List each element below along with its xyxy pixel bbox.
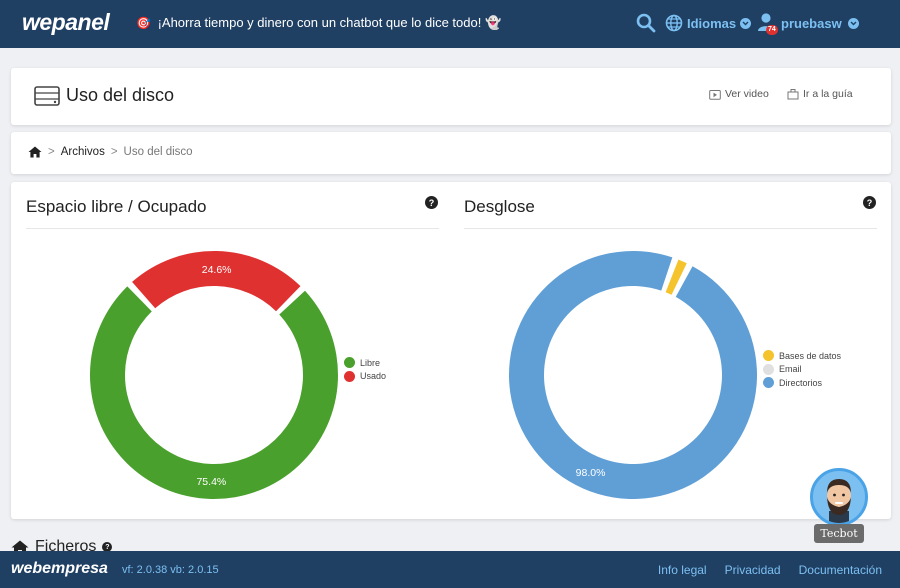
page-header-card: Uso del disco Ver video Ir a la guía <box>11 68 891 125</box>
legend-swatch <box>344 357 355 369</box>
legend-label: Libre <box>360 357 381 368</box>
donut-slice-label: 75.4% <box>196 476 226 488</box>
legend-swatch <box>344 370 355 382</box>
webempresa-logo[interactable]: webempresa <box>11 560 108 578</box>
guide-link-label: Ir a la guía <box>803 88 853 100</box>
legend-swatch <box>763 350 774 362</box>
breadcrumb-archivos[interactable]: Archivos <box>61 146 105 158</box>
tecbot-label: Tecbot <box>814 524 864 543</box>
donut-slice-label: 24.6% <box>202 264 232 276</box>
watch-video-link[interactable]: Ver video <box>709 88 769 100</box>
legend-item[interactable]: Email <box>763 363 841 377</box>
legend-label: Bases de datos <box>779 350 842 361</box>
chevron-down-icon <box>740 17 752 29</box>
breadcrumb-card: > Archivos > Uso del disco <box>11 132 891 174</box>
guide-link[interactable]: Ir a la guía <box>787 88 853 100</box>
legend-item[interactable]: Bases de datos <box>763 349 841 363</box>
legend-swatch <box>763 363 774 375</box>
breadcrumb-current: Uso del disco <box>123 146 193 158</box>
footer-link-info-legal[interactable]: Info legal <box>658 563 707 577</box>
target-icon: 🎯 <box>136 16 151 30</box>
footer-link-privacidad[interactable]: Privacidad <box>725 563 781 577</box>
page-title: Uso del disco <box>66 85 175 105</box>
legend-swatch <box>763 377 774 389</box>
divider <box>26 228 439 229</box>
footer-link-documentacion[interactable]: Documentación <box>799 563 882 577</box>
notification-badge: 74 <box>766 25 778 35</box>
breadcrumb-separator: > <box>48 146 55 158</box>
tecbot-chat-launcher[interactable]: Tecbot <box>809 468 869 546</box>
breakdown-donut-chart: 98.0% <box>509 250 757 499</box>
language-selector[interactable]: Idiomas <box>665 14 752 32</box>
wepanel-logo[interactable]: wepanel <box>22 9 110 36</box>
donut-slice-usado[interactable] <box>132 251 301 312</box>
promo-banner[interactable]: 🎯 ¡Ahorra tiempo y dinero con un chatbot… <box>136 15 501 31</box>
top-navbar: wepanel 🎯 ¡Ahorra tiempo y dinero con un… <box>0 0 900 48</box>
globe-icon <box>665 14 683 32</box>
hard-disk-icon <box>34 86 60 106</box>
bot-face-icon <box>827 479 851 523</box>
home-icon[interactable] <box>28 146 42 158</box>
help-icon[interactable]: ? <box>425 196 438 209</box>
legend-item[interactable]: Usado <box>344 370 386 384</box>
footer: webempresa vf: 2.0.38 vb: 2.0.15 Info le… <box>0 551 900 588</box>
legend-item[interactable]: Libre <box>344 356 386 370</box>
username: pruebasw <box>781 15 842 31</box>
free-used-donut-chart: 75.4% 24.6% <box>89 251 338 499</box>
language-label: Idiomas <box>687 15 737 31</box>
legend-label: Email <box>779 364 802 375</box>
legend-label: Directorios <box>779 377 823 388</box>
donut-slice-libre[interactable] <box>89 286 338 499</box>
guide-icon <box>787 89 799 100</box>
free-used-panel-title: Espacio libre / Ocupado <box>26 197 207 216</box>
search-icon[interactable] <box>636 13 656 33</box>
donut-slice-directorios[interactable] <box>509 250 757 499</box>
video-link-label: Ver video <box>725 88 769 100</box>
chevron-down-icon <box>847 17 859 29</box>
legend-label: Usado <box>360 371 387 382</box>
footer-links: Info legal Privacidad Documentación <box>658 563 882 577</box>
user-avatar: 74 <box>757 12 778 35</box>
help-icon[interactable]: ? <box>863 196 876 209</box>
divider <box>464 228 877 229</box>
donut-slice-label: 98.0% <box>576 467 606 479</box>
free-used-legend: Libre Usado <box>344 356 386 383</box>
version-info: vf: 2.0.38 vb: 2.0.15 <box>122 564 219 576</box>
breadcrumb: > Archivos > Uso del disco <box>28 146 193 158</box>
breadcrumb-separator: > <box>110 146 118 158</box>
legend-item[interactable]: Directorios <box>763 376 841 390</box>
user-menu[interactable]: 74 pruebasw <box>757 12 859 35</box>
tecbot-avatar <box>810 468 868 526</box>
promo-text: ¡Ahorra tiempo y dinero con un chatbot q… <box>157 15 502 30</box>
disk-usage-charts-card: Espacio libre / Ocupado ? Desglose ? 75.… <box>11 182 891 519</box>
video-icon <box>709 89 721 100</box>
breakdown-panel-title: Desglose <box>464 197 535 216</box>
breakdown-legend: Bases de datos Email Directorios <box>763 349 841 390</box>
